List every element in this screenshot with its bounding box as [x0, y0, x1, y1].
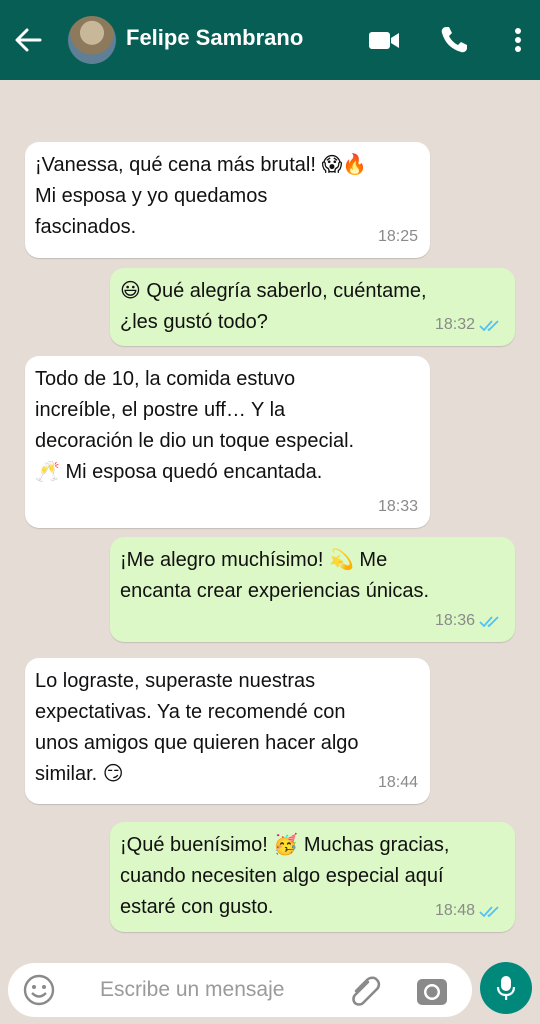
chat-header: Felipe Sambrano	[0, 0, 540, 80]
message-time: 18:33	[377, 498, 418, 515]
message-time: 18:25	[377, 228, 418, 245]
message-incoming[interactable]: ¡Vanessa, qué cena más brutal! 😱🔥 Mi esp…	[25, 142, 430, 258]
message-incoming[interactable]: Todo de 10, la comida estuvo increíble, …	[25, 356, 430, 528]
double-check-icon	[479, 319, 499, 331]
message-input-placeholder[interactable]: Escribe un mensaje	[100, 978, 284, 1002]
avatar[interactable]	[68, 16, 116, 64]
more-options-icon[interactable]	[500, 22, 536, 58]
phone-icon[interactable]	[436, 22, 472, 58]
double-check-icon	[479, 905, 499, 917]
mic-icon	[496, 976, 516, 1000]
message-meta: 18:33	[378, 491, 418, 522]
message-meta: 18:32	[435, 309, 503, 340]
contact-name[interactable]: Felipe Sambrano	[126, 25, 303, 51]
chat-area[interactable]: ¡Vanessa, qué cena más brutal! 😱🔥 Mi esp…	[0, 80, 540, 946]
message-meta: 18:36	[435, 605, 503, 636]
message-outgoing[interactable]: ¡Me alegro muchísimo! 💫 Me encanta crear…	[110, 537, 515, 642]
back-arrow-icon[interactable]	[10, 22, 46, 58]
message-time: 18:48	[434, 902, 475, 919]
message-input-bar[interactable]: Escribe un mensaje	[8, 963, 472, 1017]
message-time: 18:44	[377, 774, 418, 791]
camera-icon[interactable]	[414, 973, 450, 1009]
message-text: Lo lograste, superaste nuestras expectat…	[35, 670, 359, 785]
mic-button[interactable]	[480, 962, 532, 1014]
attach-clip-icon[interactable]	[348, 973, 382, 1007]
message-outgoing[interactable]: 😃 Qué alegría saberlo, cuéntame, ¿les gu…	[110, 268, 515, 346]
message-incoming[interactable]: Lo lograste, superaste nuestras expectat…	[25, 658, 430, 804]
message-meta: 18:48	[435, 895, 503, 926]
message-time: 18:36	[434, 612, 475, 629]
double-check-icon	[479, 615, 499, 627]
emoji-icon[interactable]	[22, 973, 56, 1007]
message-meta: 18:44	[378, 767, 418, 798]
message-text: ¡Me alegro muchísimo! 💫 Me encanta crear…	[120, 549, 430, 602]
message-outgoing[interactable]: ¡Qué buenísimo! 🥳 Muchas gracias, cuando…	[110, 822, 515, 932]
message-text: Todo de 10, la comida estuvo increíble, …	[35, 368, 355, 483]
message-time: 18:32	[434, 316, 475, 333]
message-text: ¡Vanessa, qué cena más brutal! 😱🔥 Mi esp…	[35, 154, 368, 238]
video-call-icon[interactable]	[366, 22, 402, 58]
message-meta: 18:25	[378, 221, 418, 252]
